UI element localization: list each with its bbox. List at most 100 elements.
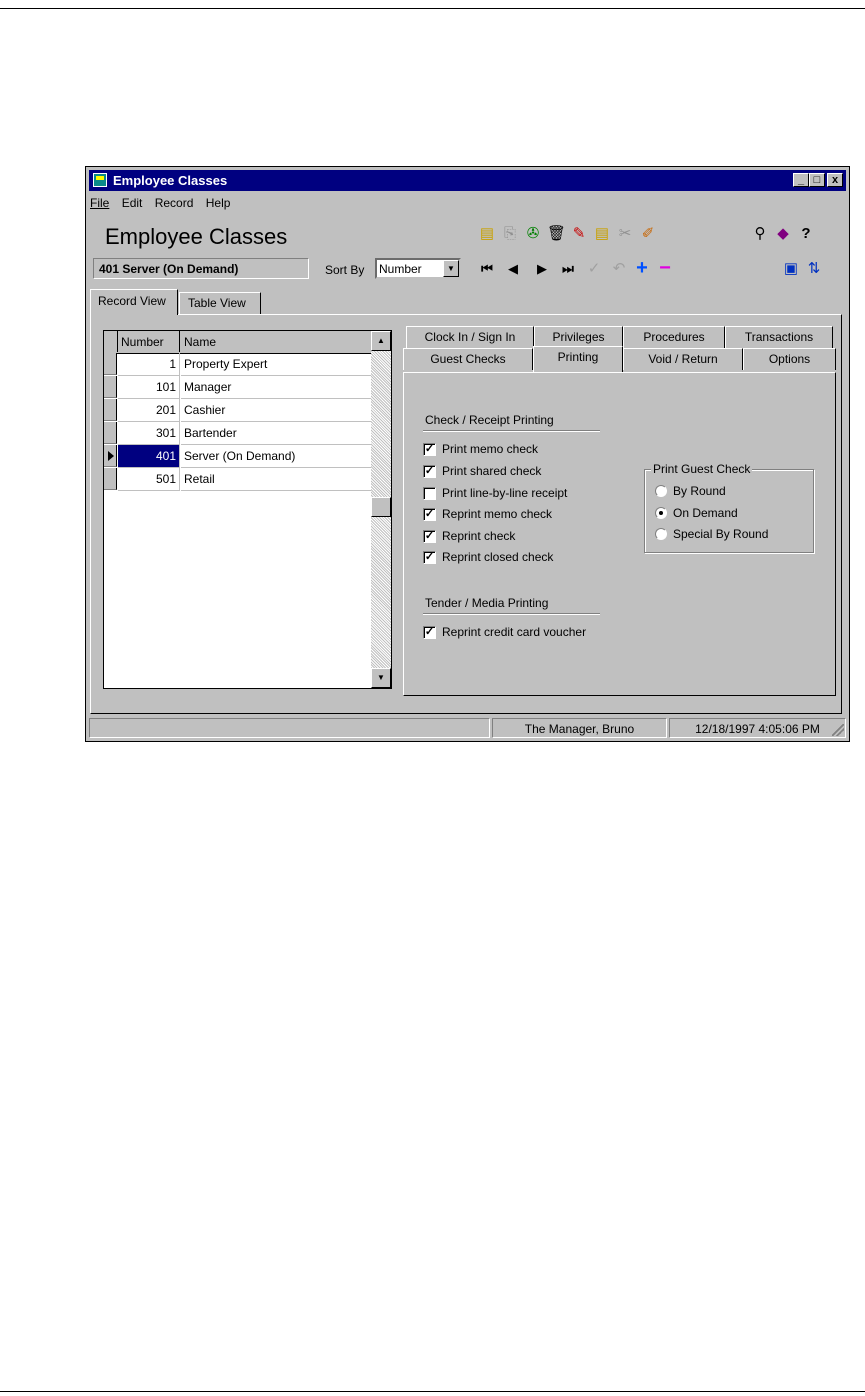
header-selector-cell [104, 331, 118, 352]
checkbox-checked-icon[interactable]: ✓ [423, 443, 436, 456]
check-receipt-printing-heading: Check / Receipt Printing [425, 413, 554, 427]
checkbox-checked-icon[interactable]: ✓ [423, 530, 436, 543]
tab-void-return[interactable]: Void / Return [623, 348, 743, 370]
column-header-name[interactable]: Name [181, 331, 371, 352]
row-selector[interactable] [104, 422, 117, 444]
tab-transactions[interactable]: Transactions [725, 326, 833, 348]
row-number: 101 [118, 376, 180, 399]
checkbox-unchecked-icon[interactable] [423, 487, 436, 500]
resize-grip-icon[interactable] [832, 724, 844, 736]
row-selector[interactable] [104, 353, 117, 375]
row-number: 1 [118, 353, 180, 376]
checkbox-checked-icon[interactable]: ✓ [423, 551, 436, 564]
row-selector[interactable] [104, 376, 117, 398]
window-title: Employee Classes [113, 173, 228, 188]
remove-icon[interactable]: − [656, 258, 674, 278]
group-divider [423, 430, 600, 432]
radio-selected-icon[interactable] [655, 507, 667, 519]
radio-label: On Demand [673, 506, 738, 520]
undo-icon[interactable]: ↶ [610, 260, 628, 278]
row-number: 301 [118, 422, 180, 445]
tab-guest-checks[interactable]: Guest Checks [403, 348, 533, 370]
refresh-icon[interactable]: ⇅ [805, 260, 823, 278]
last-icon[interactable]: ⏭ [559, 260, 577, 278]
row-name: Retail [181, 468, 371, 491]
tab-privileges[interactable]: Privileges [534, 326, 623, 348]
page-bottom-rule [0, 1391, 865, 1392]
status-datetime: 12/18/1997 4:05:06 PM [669, 718, 846, 738]
chevron-down-icon[interactable]: ▼ [443, 260, 459, 277]
table-row[interactable]: 201 Cashier [104, 399, 371, 422]
group-divider [423, 613, 600, 615]
checkbox-checked-icon[interactable]: ✓ [423, 626, 436, 639]
employee-class-table: Number Name 1 Property Expert 101 Manage… [103, 330, 392, 689]
row-name: Manager [181, 376, 371, 399]
checkbox-label: Print shared check [442, 464, 542, 478]
table-row[interactable]: 101 Manager [104, 376, 371, 399]
screen-icon[interactable]: ▣ [782, 260, 800, 278]
add-icon[interactable]: + [633, 258, 651, 278]
book-icon[interactable]: ◆ [774, 225, 792, 243]
status-user: The Manager, Bruno [492, 718, 667, 738]
paste-record-icon[interactable]: ✇ [524, 225, 542, 243]
new-record-icon[interactable]: ▤ [478, 225, 496, 243]
edit-record-icon[interactable]: ✎ [570, 225, 588, 243]
next-icon[interactable]: ▶ [533, 260, 551, 278]
sort-by-select[interactable]: Number ▼ [375, 258, 461, 279]
previous-icon[interactable]: ◀ [504, 260, 522, 278]
status-bar: The Manager, Bruno 12/18/1997 4:05:06 PM [89, 718, 846, 738]
print-guest-check-legend: Print Guest Check [651, 462, 753, 476]
tab-table-view[interactable]: Table View [179, 292, 261, 314]
cut-icon[interactable]: ✂ [616, 225, 634, 243]
menu-bar: File Edit Record Help [90, 196, 239, 214]
app-icon[interactable] [93, 173, 107, 187]
row-selector[interactable] [104, 399, 117, 421]
maximize-button[interactable]: □ [809, 173, 825, 187]
radio-unselected-icon[interactable] [655, 485, 667, 497]
confirm-icon[interactable]: ✓ [585, 260, 603, 278]
tab-options[interactable]: Options [743, 348, 836, 370]
table-row-selected[interactable]: 401 Server (On Demand) [104, 445, 371, 468]
print-guest-check-group: Print Guest Check By Round On Demand Spe… [644, 462, 814, 553]
delete-icon[interactable]: 🗑 [547, 225, 566, 243]
minimize-button[interactable]: _ [793, 173, 809, 187]
row-name: Property Expert [181, 353, 371, 376]
tab-printing[interactable]: Printing [533, 346, 623, 372]
copy-record-icon[interactable]: ⎘ [501, 225, 519, 243]
menu-record[interactable]: Record [155, 196, 194, 210]
radio-unselected-icon[interactable] [655, 528, 667, 540]
table-vertical-scrollbar[interactable]: ▲ ▼ [371, 331, 391, 688]
checkbox-label: Reprint closed check [442, 550, 554, 564]
row-number: 201 [118, 399, 180, 422]
duplicate-record-icon[interactable]: ▤ [593, 225, 611, 243]
tab-procedures[interactable]: Procedures [623, 326, 725, 348]
checkbox-label: Reprint check [442, 529, 516, 543]
current-row-pointer-icon[interactable] [104, 445, 117, 467]
scroll-up-icon[interactable]: ▲ [371, 331, 391, 351]
first-icon[interactable]: ⏮ [478, 260, 496, 278]
radio-label: By Round [673, 484, 726, 498]
table-row[interactable]: 1 Property Expert [104, 353, 371, 376]
checkbox-checked-icon[interactable]: ✓ [423, 508, 436, 521]
page-title: Employee Classes [105, 224, 288, 249]
checkbox-checked-icon[interactable]: ✓ [423, 465, 436, 478]
row-number: 401 [118, 445, 180, 468]
table-row[interactable]: 301 Bartender [104, 422, 371, 445]
tab-record-view[interactable]: Record View [90, 289, 178, 315]
row-name: Bartender [181, 422, 371, 445]
find-icon[interactable]: ⚲ [751, 225, 769, 243]
help-pointer-icon[interactable]: ? [797, 225, 815, 243]
menu-edit[interactable]: Edit [122, 196, 143, 210]
close-button[interactable]: x [827, 173, 843, 187]
attach-icon[interactable]: ✐ [639, 225, 657, 243]
row-selector[interactable] [104, 468, 117, 490]
scroll-thumb[interactable] [371, 497, 391, 517]
menu-help[interactable]: Help [206, 196, 231, 210]
scroll-down-icon[interactable]: ▼ [371, 668, 391, 688]
tab-clock-in-sign-in[interactable]: Clock In / Sign In [406, 326, 534, 348]
column-header-number[interactable]: Number [118, 331, 180, 352]
table-row[interactable]: 501 Retail [104, 468, 371, 491]
title-bar[interactable]: Employee Classes _ □ x [89, 170, 846, 191]
menu-file[interactable]: File [90, 196, 109, 210]
tender-media-printing-heading: Tender / Media Printing [425, 596, 549, 610]
